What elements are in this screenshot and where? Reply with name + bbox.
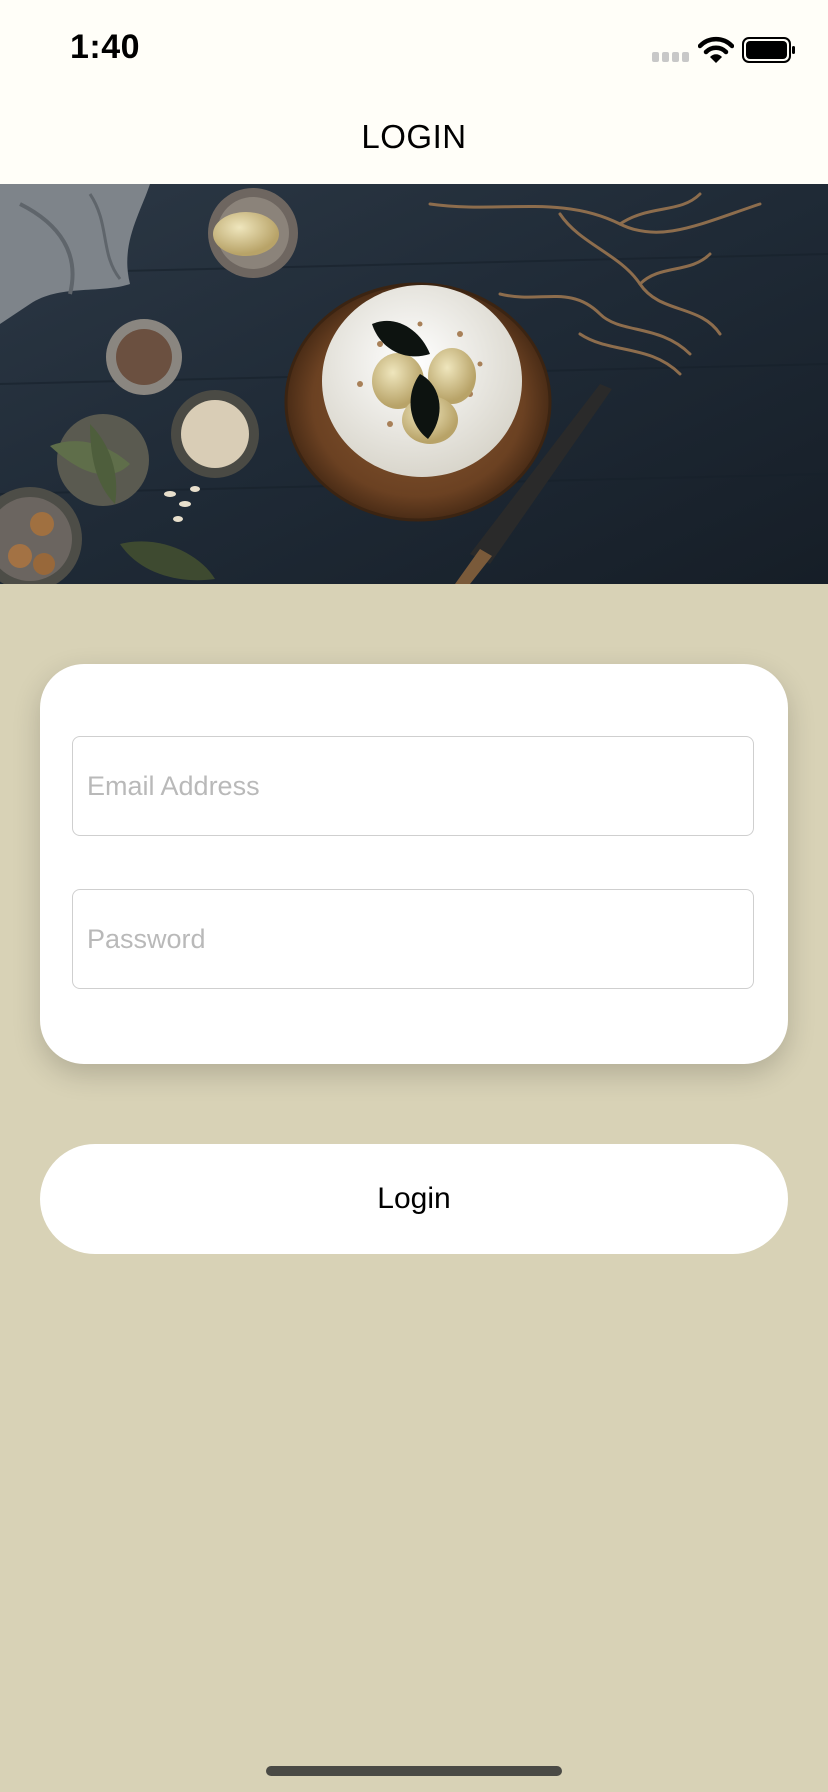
hero-image [0, 184, 828, 584]
email-field[interactable] [72, 736, 754, 836]
page-title: LOGIN [361, 118, 467, 155]
battery-icon [742, 37, 795, 63]
password-field[interactable] [72, 889, 754, 989]
login-form-card [40, 664, 788, 1064]
signal-icon [652, 52, 689, 62]
login-button[interactable]: Login [40, 1144, 788, 1254]
status-time: 1:40 [70, 28, 141, 66]
home-indicator [266, 1766, 562, 1776]
wifi-icon [698, 36, 734, 63]
